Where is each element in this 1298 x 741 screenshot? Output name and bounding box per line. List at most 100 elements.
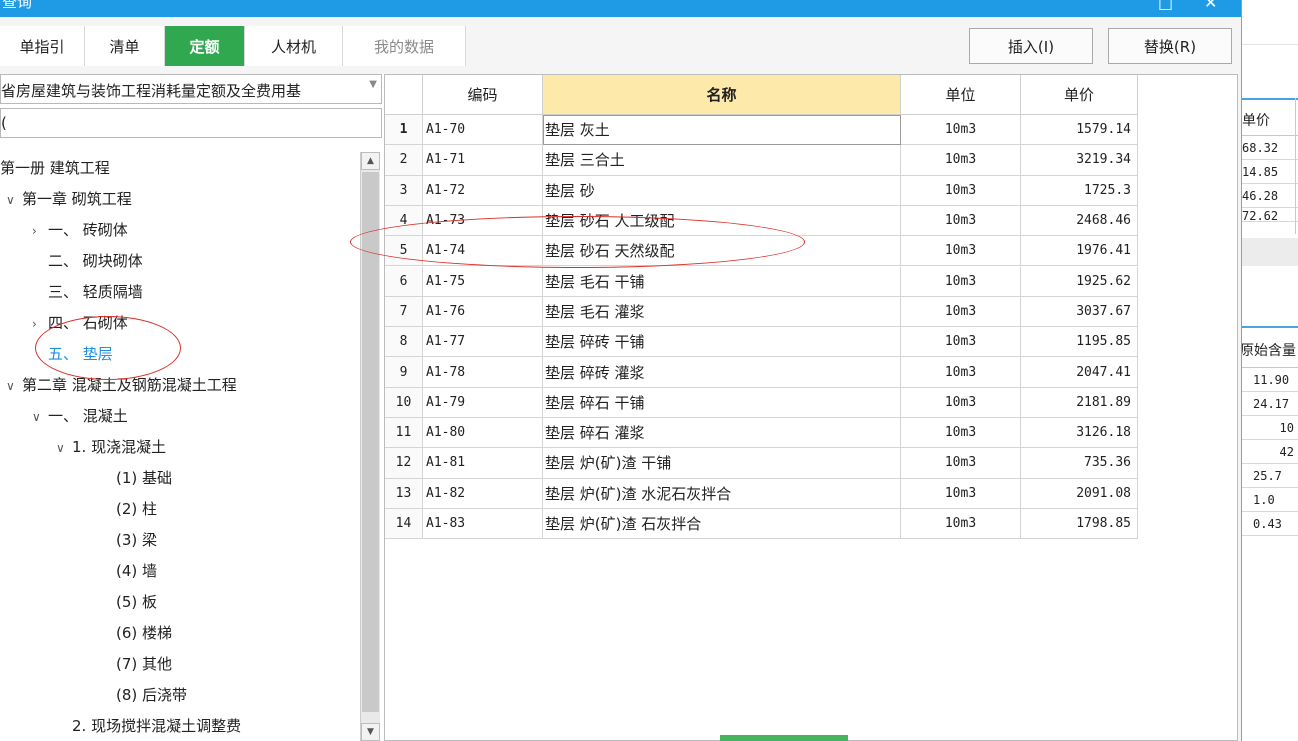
grid-cell-unit[interactable]: 10m3 bbox=[901, 205, 1021, 237]
grid-cell-rownum[interactable]: 11 bbox=[385, 418, 423, 449]
grid-cell-rownum[interactable]: 10 bbox=[385, 387, 423, 418]
tree-node[interactable]: ∨ 1. 现浇混凝土 bbox=[56, 436, 166, 457]
grid-cell-price[interactable]: 3219.34 bbox=[1021, 145, 1138, 176]
grid-cell-unit[interactable]: 10m3 bbox=[901, 236, 1021, 267]
grid-cell-rownum[interactable]: 4 bbox=[385, 205, 423, 237]
scroll-thumb[interactable] bbox=[362, 172, 379, 712]
grid-header-name[interactable]: 名称 bbox=[543, 75, 901, 115]
grid-cell-code[interactable]: A1-76 bbox=[423, 296, 543, 328]
grid-cell-name[interactable]: 垫层 毛石 灌浆 bbox=[543, 296, 901, 328]
grid-cell-name[interactable]: 垫层 砂 bbox=[543, 175, 901, 206]
tree-node[interactable]: (2) 柱 bbox=[116, 498, 157, 519]
grid-cell-unit[interactable]: 10m3 bbox=[901, 175, 1021, 206]
grid-cell-price[interactable]: 1725.3 bbox=[1021, 175, 1138, 206]
grid-cell-name[interactable]: 垫层 碎砖 干铺 bbox=[543, 327, 901, 358]
tree-node[interactable]: (5) 板 bbox=[116, 591, 157, 612]
grid-cell-price[interactable]: 2091.08 bbox=[1021, 478, 1138, 509]
grid-cell-name[interactable]: 垫层 碎石 灌浆 bbox=[543, 418, 901, 449]
grid-cell-code[interactable]: A1-77 bbox=[423, 327, 543, 358]
tree-node[interactable]: 二、 砌块砌体 bbox=[32, 250, 143, 271]
grid-cell-code[interactable]: A1-81 bbox=[423, 448, 543, 479]
grid-cell-price[interactable]: 1925.62 bbox=[1021, 266, 1138, 297]
chevron-right-icon[interactable]: › bbox=[32, 224, 48, 238]
tab-my-data[interactable]: 我的数据 bbox=[343, 26, 466, 66]
chevron-right-icon[interactable]: › bbox=[32, 317, 48, 331]
grid-cell-price[interactable]: 1579.14 bbox=[1021, 115, 1138, 146]
grid-cell-name[interactable]: 垫层 炉(矿)渣 水泥石灰拌合 bbox=[543, 478, 901, 509]
grid-cell-rownum[interactable]: 3 bbox=[385, 175, 423, 206]
tree-node[interactable]: (4) 墙 bbox=[116, 560, 157, 581]
tree-scrollbar[interactable]: ▲ ▼ bbox=[360, 152, 380, 741]
tab-labor-material[interactable]: 人材机 bbox=[245, 26, 343, 66]
grid-cell-name[interactable]: 垫层 毛石 干铺 bbox=[543, 266, 901, 297]
grid-cell-unit[interactable]: 10m3 bbox=[901, 115, 1021, 146]
grid-cell-code[interactable]: A1-82 bbox=[423, 478, 543, 509]
bottom-button-edge[interactable] bbox=[720, 735, 848, 741]
tree-node[interactable]: 五、 垫层 bbox=[32, 343, 113, 364]
grid-cell-unit[interactable]: 10m3 bbox=[901, 357, 1021, 388]
chevron-down-icon[interactable]: ▼ bbox=[369, 79, 377, 90]
grid-cell-unit[interactable]: 10m3 bbox=[901, 418, 1021, 449]
grid-cell-rownum[interactable]: 8 bbox=[385, 327, 423, 358]
grid-cell-unit[interactable]: 10m3 bbox=[901, 448, 1021, 479]
grid-header-price[interactable]: 单价 bbox=[1021, 75, 1138, 115]
tree-node[interactable]: (6) 楼梯 bbox=[116, 622, 172, 643]
grid-cell-code[interactable]: A1-72 bbox=[423, 175, 543, 206]
grid-cell-code[interactable]: A1-78 bbox=[423, 357, 543, 388]
tree-node[interactable]: › 一、 砖砌体 bbox=[32, 219, 128, 240]
tree-node[interactable]: ∨ 一、 混凝土 bbox=[32, 405, 128, 426]
tree-node[interactable]: (3) 梁 bbox=[116, 529, 157, 550]
scroll-up-icon[interactable]: ▲ bbox=[361, 152, 380, 170]
insert-button[interactable]: 插入(I) bbox=[969, 28, 1093, 64]
grid-cell-unit[interactable]: 10m3 bbox=[901, 145, 1021, 176]
grid-cell-rownum[interactable]: 2 bbox=[385, 145, 423, 176]
grid-cell-price[interactable]: 2181.89 bbox=[1021, 387, 1138, 418]
tree-node[interactable]: 第一册 建筑工程 bbox=[0, 157, 110, 178]
grid-cell-price[interactable]: 735.36 bbox=[1021, 448, 1138, 479]
grid-cell-rownum[interactable]: 14 bbox=[385, 508, 423, 540]
grid-cell-rownum[interactable]: 13 bbox=[385, 478, 423, 509]
grid-cell-price[interactable]: 2047.41 bbox=[1021, 357, 1138, 388]
grid-cell-code[interactable]: A1-71 bbox=[423, 145, 543, 176]
chevron-down-icon[interactable]: ∨ bbox=[6, 193, 22, 207]
grid-cell-unit[interactable]: 10m3 bbox=[901, 478, 1021, 509]
tree-node[interactable]: (1) 基础 bbox=[116, 467, 172, 488]
tree-node[interactable]: ∨ 第一章 砌筑工程 bbox=[6, 188, 132, 209]
grid-cell-unit[interactable]: 10m3 bbox=[901, 327, 1021, 358]
grid-cell-code[interactable]: A1-70 bbox=[423, 115, 543, 146]
grid-cell-name[interactable]: 垫层 碎石 干铺 bbox=[543, 387, 901, 418]
grid-cell-name[interactable]: 垫层 炉(矿)渣 石灰拌合 bbox=[543, 508, 901, 540]
grid-cell-rownum[interactable]: 1 bbox=[385, 115, 423, 146]
grid-cell-rownum[interactable]: 6 bbox=[385, 266, 423, 297]
grid-cell-unit[interactable]: 10m3 bbox=[901, 296, 1021, 328]
tree-node[interactable]: (8) 后浇带 bbox=[116, 684, 187, 705]
grid-cell-name[interactable]: 垫层 碎砖 灌浆 bbox=[543, 357, 901, 388]
quota-library-select[interactable]: 省房屋建筑与装饰工程消耗量定额及全费用基 ▼ bbox=[0, 74, 382, 104]
grid-header-code[interactable]: 编码 bbox=[423, 75, 543, 115]
grid-cell-price[interactable]: 2468.46 bbox=[1021, 205, 1138, 237]
grid-cell-price[interactable]: 1798.85 bbox=[1021, 508, 1138, 540]
grid-header-unit[interactable]: 单位 bbox=[901, 75, 1021, 115]
tree-node[interactable]: ∨ 第二章 混凝土及钢筋混凝土工程 bbox=[6, 374, 237, 395]
scroll-down-icon[interactable]: ▼ bbox=[361, 723, 380, 741]
tree-node[interactable]: › 四、 石砌体 bbox=[32, 312, 128, 333]
grid-cell-price[interactable]: 1195.85 bbox=[1021, 327, 1138, 358]
grid-cell-unit[interactable]: 10m3 bbox=[901, 508, 1021, 540]
maximize-icon[interactable]: □ bbox=[1158, 0, 1173, 12]
grid-cell-rownum[interactable]: 12 bbox=[385, 448, 423, 479]
tree-node[interactable]: 三、 轻质隔墙 bbox=[32, 281, 143, 302]
grid-cell-name[interactable]: 垫层 砂石 天然级配 bbox=[543, 236, 901, 267]
grid-cell-code[interactable]: A1-79 bbox=[423, 387, 543, 418]
grid-cell-name[interactable]: 垫层 炉(矿)渣 干铺 bbox=[543, 448, 901, 479]
tab-bill[interactable]: 清单 bbox=[85, 26, 165, 66]
tree-node[interactable]: (7) 其他 bbox=[116, 653, 172, 674]
chevron-down-icon[interactable]: ∨ bbox=[56, 441, 72, 455]
grid-cell-code[interactable]: A1-73 bbox=[423, 205, 543, 237]
grid-cell-rownum[interactable]: 5 bbox=[385, 236, 423, 267]
close-icon[interactable]: ✕ bbox=[1204, 0, 1217, 12]
grid-cell-unit[interactable]: 10m3 bbox=[901, 266, 1021, 297]
tab-quota[interactable]: 定额 bbox=[165, 26, 245, 66]
chevron-down-icon[interactable]: ∨ bbox=[6, 379, 22, 393]
grid-cell-price[interactable]: 1976.41 bbox=[1021, 236, 1138, 267]
dialog-titlebar[interactable]: 查询 □ ✕ bbox=[0, 0, 1241, 17]
